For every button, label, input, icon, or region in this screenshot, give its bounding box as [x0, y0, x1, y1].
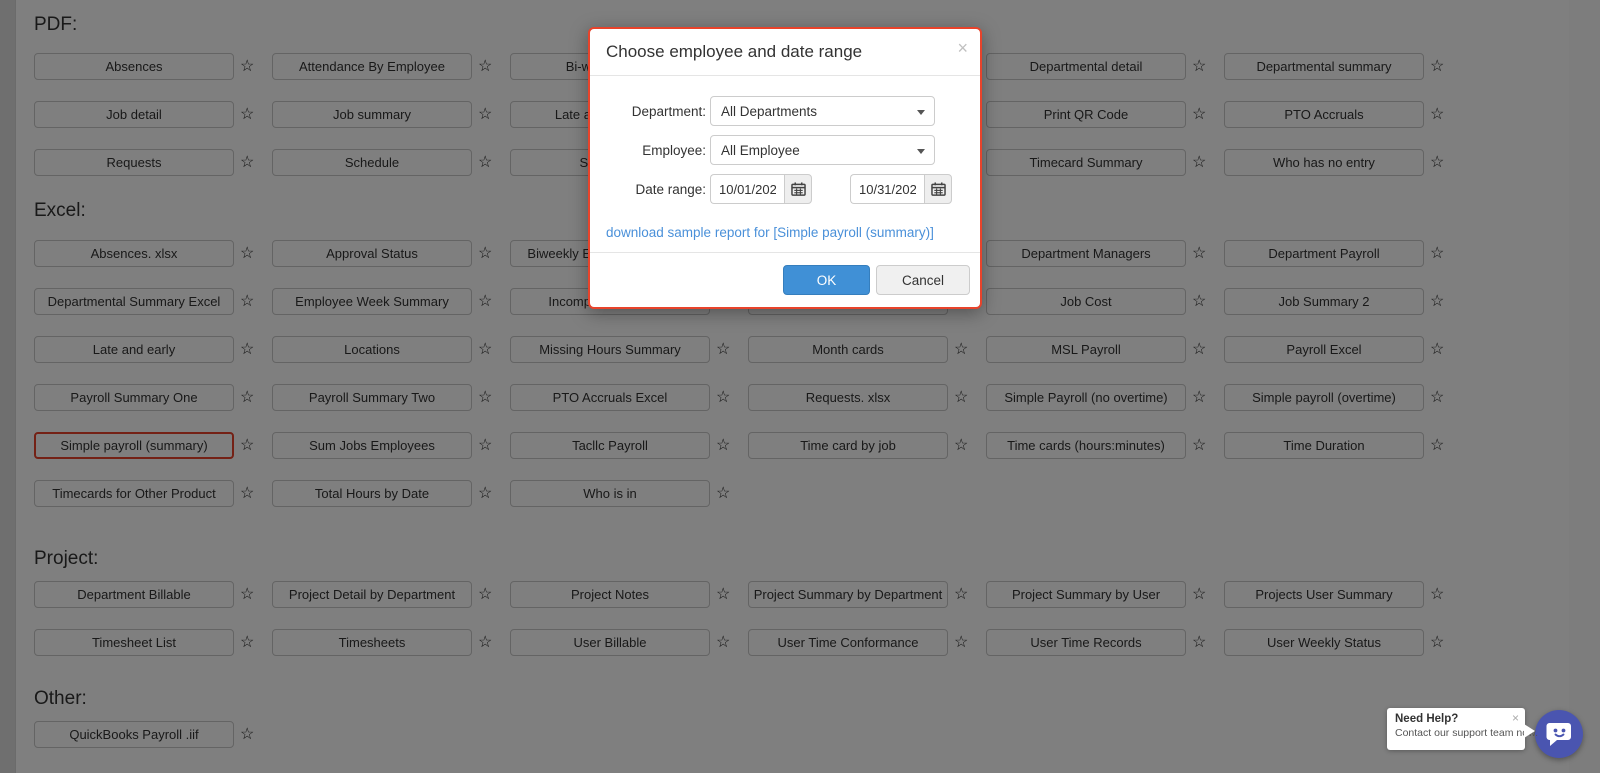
end-date-input[interactable] — [850, 174, 924, 204]
tooltip-arrow — [1524, 724, 1535, 738]
dialog-footer: OK Cancel — [590, 252, 980, 307]
ok-button[interactable]: OK — [783, 265, 870, 295]
chat-bubble-icon — [1546, 723, 1571, 746]
start-date-input[interactable] — [710, 174, 784, 204]
calendar-icon — [930, 182, 946, 196]
end-date-group — [850, 174, 952, 204]
start-date-group — [710, 174, 812, 204]
date-range-row: Date range: — [606, 174, 964, 204]
dialog-header: Choose employee and date range × — [590, 29, 980, 76]
close-icon[interactable]: × — [1512, 711, 1519, 725]
cancel-button[interactable]: Cancel — [876, 265, 970, 295]
close-icon[interactable]: × — [957, 39, 968, 57]
chevron-down-icon — [917, 149, 925, 154]
calendar-icon — [790, 182, 806, 196]
calendar-icon-button[interactable] — [924, 174, 952, 204]
employee-row: Employee: All Employee — [606, 135, 964, 165]
employee-select[interactable]: All Employee — [710, 135, 935, 165]
employee-select-value: All Employee — [721, 142, 800, 158]
dialog-title: Choose employee and date range — [606, 42, 863, 61]
department-label: Department: — [631, 103, 706, 119]
help-subtitle: Contact our support team now. — [1395, 727, 1538, 739]
download-sample-report-link[interactable]: download sample report for [Simple payro… — [606, 225, 934, 240]
dialog-body: Department: All Departments Employee: Al… — [590, 76, 980, 252]
help-title: Need Help? — [1395, 713, 1459, 725]
choose-employee-date-range-dialog: Choose employee and date range × Departm… — [588, 27, 982, 309]
department-row: Department: All Departments — [606, 96, 964, 126]
calendar-icon-button[interactable] — [784, 174, 812, 204]
need-help-tooltip: Need Help? Contact our support team now.… — [1387, 708, 1538, 750]
date-range-label: Date range: — [635, 181, 706, 197]
support-chat-button[interactable] — [1535, 710, 1583, 758]
chevron-down-icon — [917, 110, 925, 115]
employee-label: Employee: — [642, 142, 706, 158]
department-select[interactable]: All Departments — [710, 96, 935, 126]
department-select-value: All Departments — [721, 103, 818, 119]
reports-screen: PDF:Absences☆Attendance By Employee☆Bi-w… — [0, 0, 1600, 773]
